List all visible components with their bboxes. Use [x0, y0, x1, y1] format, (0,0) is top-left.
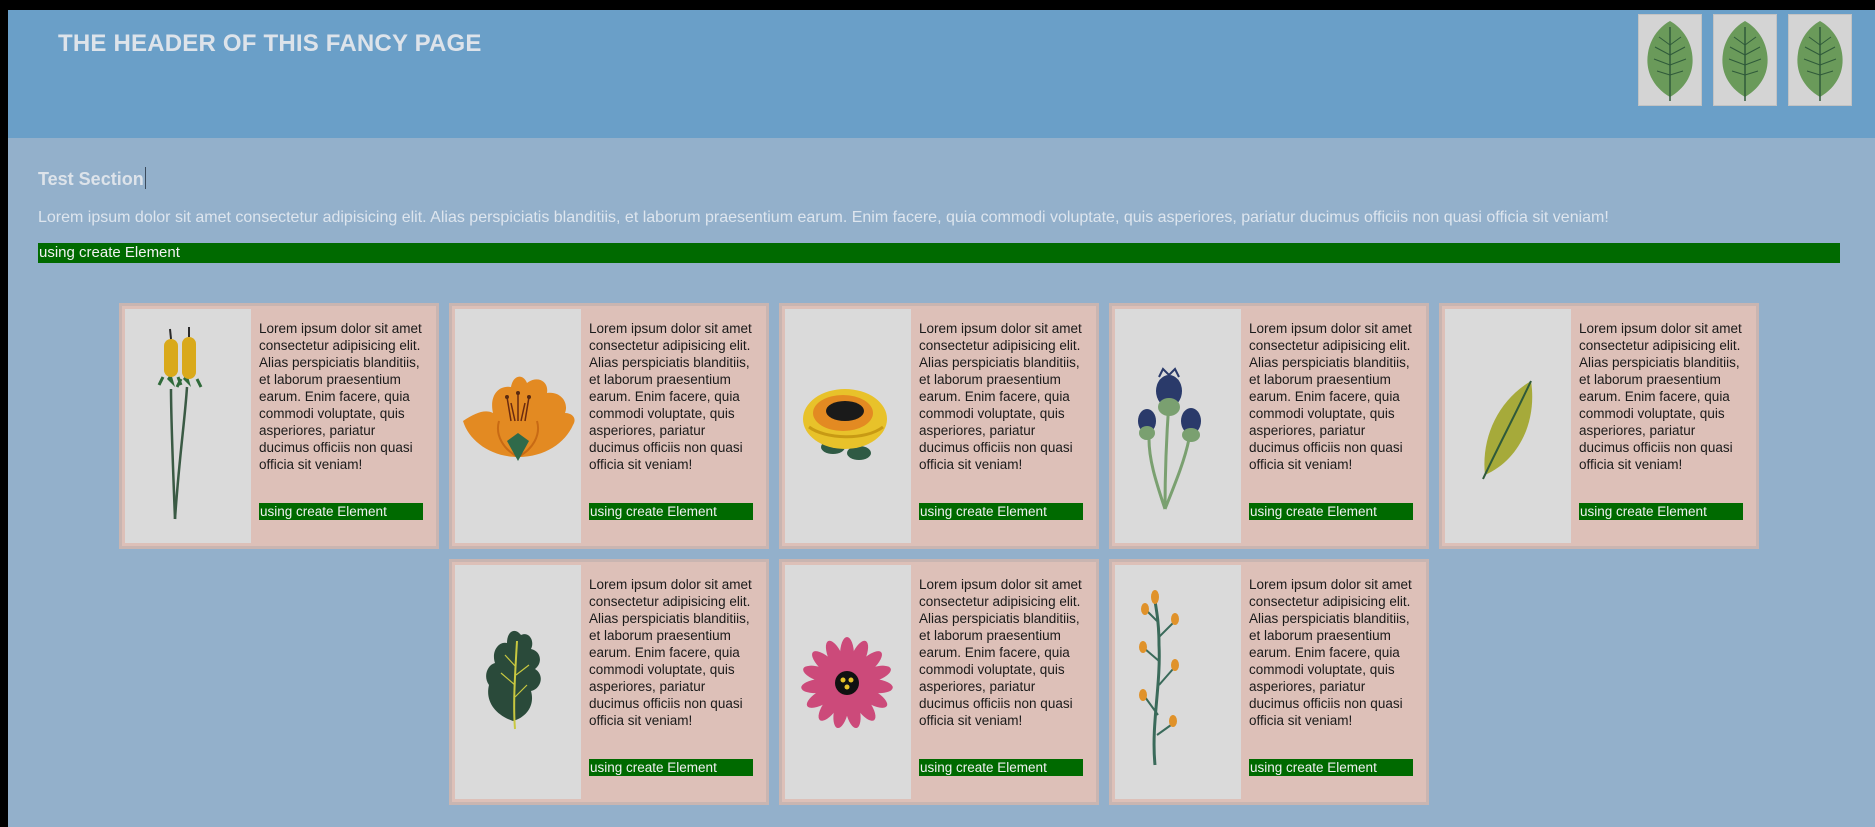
berry-branch-icon	[1115, 565, 1241, 799]
flower-card: Lorem ipsum dolor sit amet consectetur a…	[1109, 303, 1429, 549]
thistle-icon	[1115, 309, 1241, 543]
card-text: Lorem ipsum dolor sit amet consectetur a…	[589, 321, 752, 472]
flower-card: Lorem ipsum dolor sit amet consectetur a…	[1109, 559, 1429, 805]
create-element-button[interactable]: using create Element	[1579, 503, 1743, 520]
page-header: THE HEADER OF THIS FANCY PAGE	[8, 10, 1875, 138]
flower-card: Lorem ipsum dolor sit amet consectetur a…	[1439, 303, 1759, 549]
flower-card: Lorem ipsum dolor sit amet consectetur a…	[779, 303, 1099, 549]
text-cursor	[144, 167, 146, 189]
card-text: Lorem ipsum dolor sit amet consectetur a…	[1579, 321, 1742, 472]
yellow-rose-icon	[785, 309, 911, 543]
cattail-flower-icon	[125, 309, 251, 543]
create-element-button[interactable]: using create Element	[919, 759, 1083, 776]
card-text: Lorem ipsum dolor sit amet consectetur a…	[919, 577, 1082, 728]
section-description: Lorem ipsum dolor sit amet consectetur a…	[38, 209, 1609, 226]
leaf-icon	[1788, 14, 1852, 106]
orange-flower-icon	[455, 309, 581, 543]
card-text: Lorem ipsum dolor sit amet consectetur a…	[1249, 321, 1412, 472]
section-title[interactable]: Test Section	[38, 167, 146, 190]
leaf-icon	[1638, 14, 1702, 106]
card-text: Lorem ipsum dolor sit amet consectetur a…	[1249, 577, 1412, 728]
create-element-button[interactable]: using create Element	[919, 503, 1083, 520]
card-text: Lorem ipsum dolor sit amet consectetur a…	[919, 321, 1082, 472]
page-title: THE HEADER OF THIS FANCY PAGE	[58, 30, 482, 57]
create-element-button[interactable]: using create Element	[589, 503, 753, 520]
flower-card: Lorem ipsum dolor sit amet consectetur a…	[119, 303, 439, 549]
flower-card: Lorem ipsum dolor sit amet consectetur a…	[779, 559, 1099, 805]
pink-daisy-icon	[785, 565, 911, 799]
section-title-text: Test Section	[38, 169, 144, 189]
oak-leaf-icon	[455, 565, 581, 799]
leaf-icon	[1713, 14, 1777, 106]
create-element-button[interactable]: using create Element	[1249, 503, 1413, 520]
card-text: Lorem ipsum dolor sit amet consectetur a…	[589, 577, 752, 728]
flower-card: Lorem ipsum dolor sit amet consectetur a…	[449, 303, 769, 549]
create-element-button[interactable]: using create Element	[259, 503, 423, 520]
olive-leaf-icon	[1445, 309, 1571, 543]
create-element-bar: using create Element	[38, 243, 1840, 263]
page: THE HEADER OF THIS FANCY PAGE Test Secti…	[8, 10, 1875, 827]
create-element-button[interactable]: using create Element	[589, 759, 753, 776]
card-text: Lorem ipsum dolor sit amet consectetur a…	[259, 321, 422, 472]
create-element-button[interactable]: using create Element	[1249, 759, 1413, 776]
flower-card: Lorem ipsum dolor sit amet consectetur a…	[449, 559, 769, 805]
